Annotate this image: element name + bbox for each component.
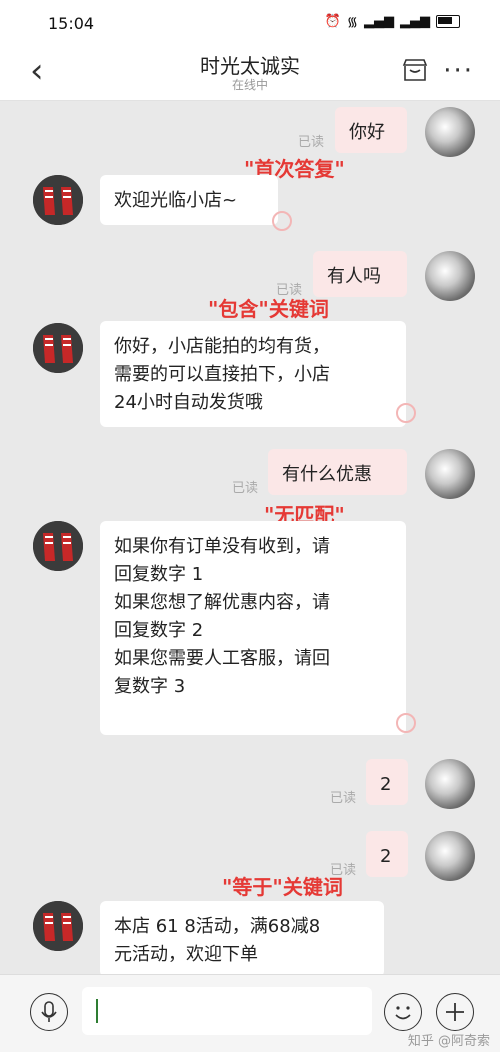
message-bubble[interactable]: 有人吗	[313, 251, 407, 297]
watermark: 知乎 @阿奇索	[407, 1034, 490, 1049]
alarm-icon: ⏰	[324, 13, 341, 29]
message-bubble[interactable]: 你好，小店能拍的均有货， 需要的可以直接拍下，小店 24小时自动发货哦	[100, 321, 406, 427]
message-bubble[interactable]: 欢迎光临小店~	[100, 175, 278, 225]
stamp-icon	[396, 713, 416, 733]
annotation-label: "包含"关键词	[208, 297, 329, 321]
signal-icon: ▂▄▆	[400, 13, 430, 29]
read-receipt: 已读	[298, 135, 325, 150]
microphone-icon[interactable]	[30, 993, 68, 1031]
plus-icon[interactable]	[436, 993, 474, 1031]
message-input[interactable]	[82, 987, 372, 1035]
stamp-icon	[396, 403, 416, 423]
annotation-label: "等于"关键词	[222, 875, 343, 899]
message-bubble[interactable]: 本店 61 8活动，满68减8 元活动，欢迎下单	[100, 901, 384, 977]
signal-icon: ▂▄▆	[364, 13, 394, 29]
status-icons: ⏰ ᯾ ▂▄▆ ▂▄▆	[325, 12, 460, 30]
user-avatar[interactable]	[425, 107, 475, 157]
battery-icon	[436, 14, 460, 28]
sneaker-image	[33, 521, 83, 571]
shop-avatar[interactable]	[33, 175, 83, 225]
more-icon[interactable]: ···	[443, 56, 474, 86]
chat-area: 已读 你好 "首次答复" 欢迎光临小店~ 已读 有人吗 "包含"关键词 你好，小…	[0, 101, 500, 977]
wifi-icon: ᯾	[346, 15, 358, 30]
read-receipt: 已读	[330, 791, 357, 806]
message-bubble[interactable]: 你好	[335, 107, 407, 153]
message-bubble[interactable]: 如果你有订单没有收到，请 回复数字 1 如果您想了解优惠内容，请 回复数字 2 …	[100, 521, 406, 735]
shop-avatar[interactable]	[33, 323, 83, 373]
user-avatar[interactable]	[425, 831, 475, 881]
user-avatar[interactable]	[425, 449, 475, 499]
chat-header: ‹ 时光太诚实 在线中 ···	[0, 44, 500, 101]
status-bar: 15:04 ⏰ ᯾ ▂▄▆ ▂▄▆	[0, 0, 500, 44]
shop-icon[interactable]	[402, 58, 428, 82]
text-cursor	[96, 999, 98, 1023]
read-receipt: 已读	[232, 481, 259, 496]
stamp-icon	[272, 211, 292, 231]
status-time: 15:04	[48, 14, 95, 33]
shop-avatar[interactable]	[33, 521, 83, 571]
sneaker-image	[33, 901, 83, 951]
emoji-icon[interactable]	[384, 993, 422, 1031]
message-bubble[interactable]: 2	[366, 759, 408, 805]
sneaker-image	[33, 323, 83, 373]
user-avatar[interactable]	[425, 759, 475, 809]
sneaker-image	[33, 175, 83, 225]
shop-avatar[interactable]	[33, 901, 83, 951]
message-bubble[interactable]: 有什么优惠	[268, 449, 407, 495]
user-avatar[interactable]	[425, 251, 475, 301]
message-bubble[interactable]: 2	[366, 831, 408, 877]
